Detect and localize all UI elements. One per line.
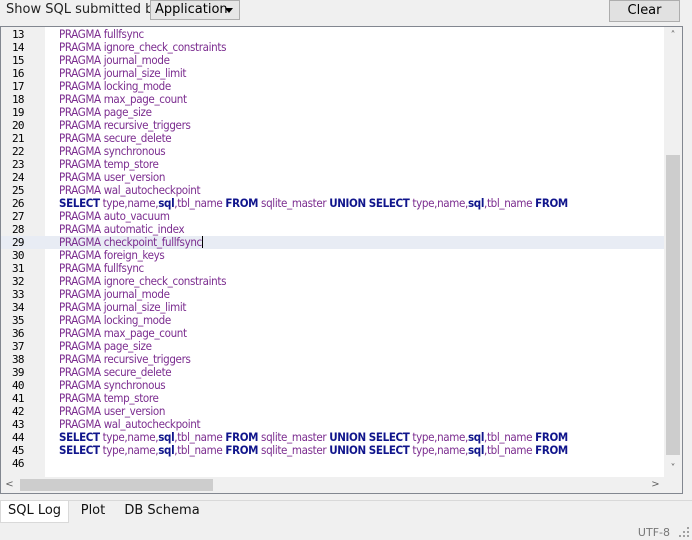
line-number: 26: [12, 197, 24, 210]
line-number: 34: [12, 301, 24, 314]
line-number: 21: [12, 132, 24, 145]
horizontal-scroll-thumb[interactable]: [20, 479, 213, 491]
line-number: 31: [12, 262, 24, 275]
line-number: 39: [12, 366, 24, 379]
line-number: 38: [12, 353, 24, 366]
line-number: 17: [12, 80, 24, 93]
chevron-right-icon[interactable]: >: [647, 477, 664, 493]
line-number: 40: [12, 379, 24, 392]
sql-log-editor[interactable]: 13 PRAGMA fullfsync 14 PRAGMA ignore_check_…: [0, 26, 683, 494]
sql-source-value: Application: [155, 2, 228, 17]
line-number: 16: [12, 67, 24, 80]
line-number: 36: [12, 327, 24, 340]
line-number: 29: [12, 236, 24, 249]
horizontal-scrollbar[interactable]: < >: [1, 477, 664, 493]
chevron-down-icon[interactable]: ˅: [664, 460, 682, 477]
line-number: 22: [12, 145, 24, 158]
log-lines: 13 PRAGMA fullfsync 14 PRAGMA ignore_check_…: [1, 28, 664, 470]
chevron-up-icon[interactable]: ˄: [664, 27, 682, 44]
line-number: 25: [12, 184, 24, 197]
bottom-tabs: SQL Log Plot DB Schema: [0, 500, 692, 523]
vertical-scrollbar[interactable]: ˄ ˅: [664, 27, 682, 477]
line-number: 20: [12, 119, 24, 132]
tab-sql-log[interactable]: SQL Log: [0, 501, 69, 523]
line-number: 37: [12, 340, 24, 353]
line-number: 42: [12, 405, 24, 418]
log-line: 46: [1, 457, 664, 470]
line-number: 23: [12, 158, 24, 171]
scrollbar-corner: [664, 477, 682, 493]
line-number: 27: [12, 210, 24, 223]
tab-plot[interactable]: Plot: [72, 501, 114, 522]
line-number: 28: [12, 223, 24, 236]
line-number: 18: [12, 93, 24, 106]
clear-button[interactable]: Clear: [609, 0, 680, 22]
line-number: 46: [12, 457, 24, 470]
line-number: 13: [12, 28, 24, 41]
line-number: 14: [12, 41, 24, 54]
line-number: 35: [12, 314, 24, 327]
line-number: 19: [12, 106, 24, 119]
line-number: 32: [12, 275, 24, 288]
line-number: 43: [12, 418, 24, 431]
line-code: SELECT type,name,sql,tbl_name FROM sqlit…: [59, 443, 568, 457]
line-number: 44: [12, 431, 24, 444]
caret-down-icon: [225, 8, 233, 13]
tab-db-schema[interactable]: DB Schema: [118, 501, 206, 522]
sql-source-select[interactable]: Application: [150, 0, 240, 20]
line-number: 30: [12, 249, 24, 262]
vertical-scroll-thumb[interactable]: [666, 155, 680, 455]
line-number: 41: [12, 392, 24, 405]
encoding-status: UTF-8: [637, 526, 670, 539]
log-line: 45 SELECT type,name,sql,tbl_name FROM sql…: [1, 443, 664, 458]
line-number: 45: [12, 444, 24, 457]
line-number: 15: [12, 54, 24, 67]
chevron-left-icon[interactable]: <: [1, 477, 18, 493]
show-sql-label: Show SQL submitted by: [6, 2, 162, 17]
resize-grip-icon[interactable]: [679, 527, 689, 537]
toolbar: Show SQL submitted by Application Clear: [0, 0, 692, 24]
line-number: 24: [12, 171, 24, 184]
line-number: 33: [12, 288, 24, 301]
